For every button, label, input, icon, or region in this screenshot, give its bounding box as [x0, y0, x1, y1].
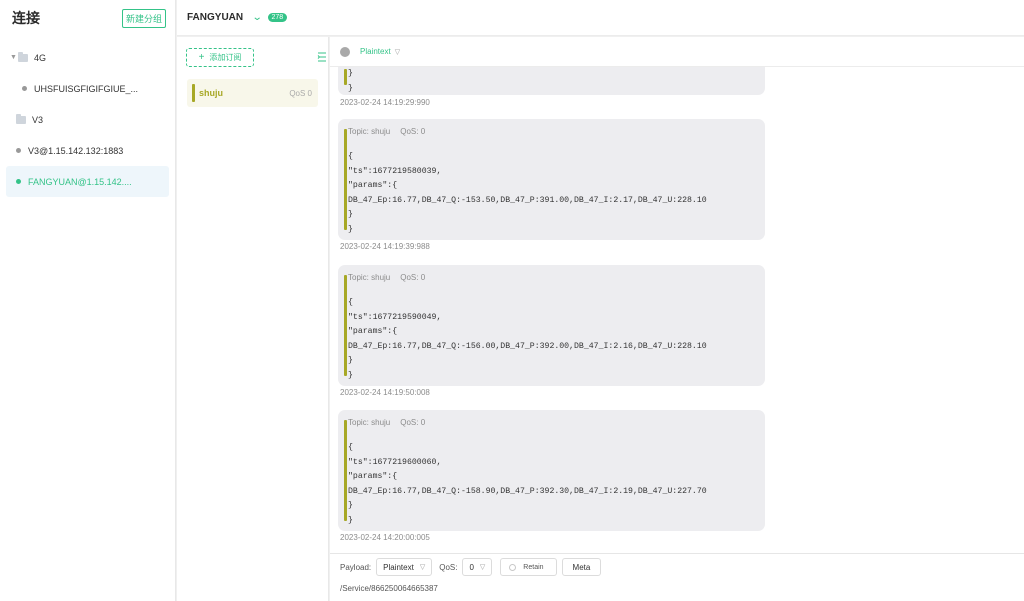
add-subscription-button[interactable]: + 添加订阅 [186, 48, 254, 67]
message-topic: Topic: shuju [348, 273, 391, 282]
payload-label: Payload: [340, 562, 372, 572]
folder-icon [18, 51, 28, 62]
chevron-down-icon: ▽ [419, 564, 426, 571]
tree-item-label: V3@1.15.142.132:1883 [28, 145, 124, 156]
topic-color-bar [344, 420, 347, 521]
message-meta: Topic: shuju QoS: 0 [348, 273, 425, 282]
tree-item-label: UHSFUISGFIGIFGIUE_... [34, 83, 139, 94]
topic-color-bar [344, 275, 347, 376]
tree-item-label: FANGYUAN@1.15.142.... [28, 176, 132, 187]
message-count-badge: 278 [267, 13, 288, 22]
radio-circle-icon [509, 563, 517, 571]
message-toolbar: Plaintext ▽ [330, 37, 1024, 67]
connection-header: FANGYUAN ⌄ 278 [177, 0, 1024, 36]
connection-tree: ▼ 4G UHSFUISGFIGIFGIUE_... V3 V3@1.15.14… [0, 36, 175, 197]
subscription-qos: QoS 0 [289, 88, 312, 98]
chevron-down-icon: ▽ [394, 49, 401, 56]
message-meta: Topic: shuju QoS: 0 [348, 418, 425, 427]
chevron-down-icon: ▽ [479, 564, 486, 571]
qos-value: 0 [469, 562, 474, 572]
connection-title: FANGYUAN [187, 12, 244, 23]
message-pane[interactable]: Plaintext ▽ } } 2023-02-24 14:19:29:990 T… [330, 37, 1024, 553]
message-timestamp: 2023-02-24 14:20:00:005 [340, 533, 430, 542]
message-timestamp: 2023-02-24 14:19:50:008 [340, 388, 430, 397]
message-qos: QoS: 0 [400, 418, 426, 427]
tree-folder-4g[interactable]: ▼ 4G [6, 42, 169, 73]
topic-color-bar [344, 69, 347, 85]
plus-icon: + [198, 52, 205, 63]
meta-button[interactable]: Meta [561, 558, 602, 576]
sidebar-title: 连接 [12, 10, 40, 26]
message-payload: { "ts":1677219590049, "params":{ DB_47_E… [348, 298, 707, 380]
payload-format-select[interactable]: Plaintext ▽ [376, 558, 433, 576]
connection-status-dot [16, 179, 21, 184]
publish-options-row: Payload: Plaintext ▽ QoS: 0 ▽ Retain Meta [340, 558, 602, 576]
message-bubble: Topic: shuju QoS: 0 { "ts":1677219580039,… [338, 119, 765, 240]
retain-toggle[interactable]: Retain [500, 558, 557, 576]
message-bubble: Topic: shuju QoS: 0 { "ts":1677219590049,… [338, 265, 765, 386]
message-payload: { "ts":1677219600060, "params":{ DB_47_E… [348, 443, 707, 525]
tree-connection-uhsf[interactable]: UHSFUISGFIGIFGIUE_... [6, 73, 169, 104]
publish-panel: Payload: Plaintext ▽ QoS: 0 ▽ Retain Meta … [330, 553, 1024, 601]
tree-item-label: V3 [32, 114, 44, 125]
add-subscription-label: 添加订阅 [209, 53, 242, 62]
message-topic: Topic: shuju [348, 127, 391, 136]
subscription-panel: + 添加订阅 shuju QoS 0 [177, 37, 329, 601]
folder-icon [16, 113, 26, 124]
message-qos: QoS: 0 [400, 127, 426, 136]
tree-connection-fangyuan[interactable]: FANGYUAN@1.15.142.... [6, 166, 169, 197]
message-timestamp: 2023-02-24 14:19:29:990 [340, 98, 430, 107]
qos-select[interactable]: 0 ▽ [462, 558, 493, 576]
connection-status-indicator [340, 46, 350, 57]
message-topic: Topic: shuju [348, 418, 391, 427]
connection-status-dot [16, 148, 21, 153]
message-bubble: Topic: shuju QoS: 0 { "ts":1677219600060,… [338, 410, 765, 531]
retain-label: Retain [523, 563, 544, 571]
double-chevron-down-icon[interactable]: ⌄ [252, 12, 263, 23]
message-timestamp: 2023-02-24 14:19:39:988 [340, 242, 430, 251]
subscription-item[interactable]: shuju QoS 0 [187, 79, 318, 107]
tree-item-label: 4G [34, 52, 47, 63]
message-meta: Topic: shuju QoS: 0 [348, 127, 425, 136]
new-group-button[interactable]: 新建分组 [121, 8, 166, 28]
sidebar-header: 连接 新建分组 [0, 0, 175, 36]
caret-down-icon: ▼ [10, 54, 17, 61]
payload-format-select[interactable]: Plaintext ▽ [360, 47, 400, 56]
tree-folder-v3[interactable]: V3 [6, 104, 169, 135]
payload-format-value: Plaintext [383, 562, 414, 572]
payload-format-value: Plaintext [360, 47, 391, 56]
qos-label: QoS: [439, 562, 458, 572]
message-qos: QoS: 0 [400, 273, 426, 282]
publish-topic-input[interactable]: /Service/866250064665387 [340, 584, 438, 593]
topic-color-bar [344, 129, 347, 230]
subscription-topic: shuju [199, 88, 223, 98]
connections-sidebar: 连接 新建分组 ▼ 4G UHSFUISGFIGIFGIUE_... V3 V3… [0, 0, 176, 601]
message-payload: } } [348, 69, 353, 93]
message-payload: { "ts":1677219580039, "params":{ DB_47_E… [348, 152, 707, 234]
connection-status-dot [22, 86, 27, 91]
tree-connection-v3[interactable]: V3@1.15.142.132:1883 [6, 135, 169, 166]
collapse-panel-icon[interactable] [317, 52, 327, 62]
